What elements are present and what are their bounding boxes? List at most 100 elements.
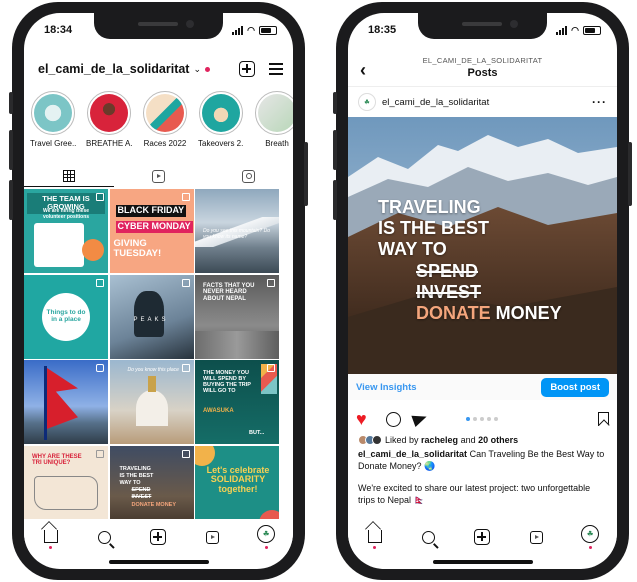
highlight-breathe[interactable]: BREATHE A...	[86, 91, 132, 148]
insights-row: View Insights Boost post	[348, 374, 617, 400]
search-icon	[98, 530, 112, 544]
reels-icon	[529, 530, 543, 544]
nav-create[interactable]	[146, 529, 170, 545]
profile-header: el_cami_de_la_solidaritat ⌄	[38, 57, 283, 81]
bottom-nav: ☘	[348, 519, 617, 555]
status-time: 18:35	[368, 24, 397, 36]
post-screen: 18:35 ◠ ‹ EL_CAMI_DE_LA_SOLIDARITAT Post…	[348, 13, 617, 569]
battery-icon	[259, 26, 277, 35]
nav-reels[interactable]	[200, 530, 224, 544]
post-caption-more: We're excited to share our latest projec…	[358, 483, 591, 505]
nav-profile[interactable]: ☘	[254, 525, 278, 549]
wifi-icon: ◠	[247, 25, 255, 35]
chevron-down-icon[interactable]: ⌄	[193, 64, 201, 75]
tagged-icon	[241, 169, 255, 183]
notch	[418, 13, 547, 39]
grid-post[interactable]: Do you know this place	[109, 360, 194, 444]
post-author-row: ☘ el_cami_de_la_solidaritat ···	[358, 91, 607, 113]
notch	[94, 13, 223, 39]
grid-post[interactable]: THE MONEY YOU WILL SPEND BY BUYING THE T…	[195, 360, 279, 444]
story-highlights: Travel Gree... BREATHE A... Races 2022 T…	[30, 91, 293, 148]
home-icon	[367, 530, 382, 543]
share-icon[interactable]	[411, 410, 429, 428]
phone-right: 18:35 ◠ ‹ EL_CAMI_DE_LA_SOLIDARITAT Post…	[333, 2, 632, 580]
create-icon	[150, 529, 167, 545]
nav-home[interactable]	[39, 525, 63, 549]
tab-posts[interactable]	[24, 165, 114, 187]
profile-screen: 18:34 ◠ el_cami_de_la_solidaritat ⌄ Trav…	[24, 13, 293, 569]
boost-post-button[interactable]: Boost post	[541, 377, 609, 397]
volume-down-button	[333, 180, 337, 220]
nav-create[interactable]	[470, 529, 494, 545]
search-icon	[422, 530, 436, 544]
grid-post[interactable]: FACTS THAT YOU NEVER HEARD ABOUT NEPAL	[195, 274, 279, 359]
profile-username[interactable]: el_cami_de_la_solidaritat	[38, 62, 189, 76]
mute-switch	[333, 92, 337, 114]
volume-down-button	[9, 180, 13, 220]
power-button	[628, 142, 632, 206]
highlight-races[interactable]: Races 2022	[142, 91, 188, 148]
grid-post[interactable]: THE TEAM IS GROWING We are hiring these …	[24, 189, 108, 273]
tab-reels[interactable]	[114, 165, 204, 187]
heart-icon[interactable]: ♥	[356, 410, 374, 428]
post-actions: ♥	[356, 409, 609, 429]
create-icon	[474, 529, 491, 545]
back-arrow-icon[interactable]: ‹	[360, 60, 366, 81]
avatar[interactable]: ☘	[358, 93, 376, 111]
grid-post[interactable]: BLACK FRIDAY CYBER MONDAY GIVING TUESDAY…	[109, 189, 194, 273]
post-header: ‹ EL_CAMI_DE_LA_SOLIDARITAT Posts	[348, 53, 617, 87]
tab-tagged[interactable]	[203, 165, 293, 187]
posts-grid: THE TEAM IS GROWING We are hiring these …	[24, 189, 293, 530]
likes-line: Liked by racheleg and 20 others	[358, 435, 609, 445]
bottom-nav: ☘	[24, 519, 293, 555]
grid-post[interactable]: TRAVELING IS THE BEST WAY TO SPEND INVES…	[109, 445, 194, 530]
author-name[interactable]: el_cami_de_la_solidaritat	[382, 97, 489, 108]
phone-left: 18:34 ◠ el_cami_de_la_solidaritat ⌄ Trav…	[9, 2, 308, 580]
nav-search[interactable]	[417, 530, 441, 544]
more-options-icon[interactable]: ···	[592, 95, 607, 109]
carousel-dots	[466, 417, 498, 421]
highlight-travel[interactable]: Travel Gree...	[30, 91, 76, 148]
home-indicator	[433, 560, 533, 564]
comment-icon[interactable]	[386, 411, 401, 427]
grid-post[interactable]: PEAKS	[109, 274, 194, 359]
grid-post[interactable]: Let's celebrate SOLIDARITY together!	[195, 445, 279, 530]
avatar	[372, 435, 382, 445]
volume-up-button	[9, 130, 13, 170]
signal-icon	[232, 26, 244, 35]
likes-count[interactable]: 20 others	[478, 435, 518, 445]
highlight-takeovers[interactable]: Takeovers 2...	[198, 91, 244, 148]
menu-icon[interactable]	[269, 63, 283, 75]
nav-reels[interactable]	[524, 530, 548, 544]
avatar: ☘	[257, 525, 276, 543]
volume-up-button	[333, 130, 337, 170]
grid-icon	[62, 169, 75, 182]
wifi-icon: ◠	[571, 25, 579, 35]
grid-post[interactable]	[24, 360, 108, 444]
header-username: EL_CAMI_DE_LA_SOLIDARITAT	[422, 56, 543, 65]
grid-post[interactable]: Do you see this mountain? Do you know it…	[195, 189, 279, 273]
post-headline: TRAVELING IS THE BEST WAY TO SPEND INVES…	[378, 197, 562, 324]
avatar: ☘	[581, 525, 600, 543]
grid-post[interactable]: Things to do in a place	[24, 274, 108, 359]
reels-icon	[205, 530, 219, 544]
bookmark-icon[interactable]	[598, 412, 609, 426]
grid-post[interactable]: WHY ARE THESE TRI UNIQUE?	[24, 445, 108, 530]
mute-switch	[9, 92, 13, 114]
battery-icon	[583, 26, 601, 35]
profile-tabs	[24, 165, 293, 187]
post-caption: el_cami_de_la_solidaritat Can Traveling …	[358, 449, 605, 471]
post-image[interactable]: TRAVELING IS THE BEST WAY TO SPEND INVES…	[348, 117, 617, 374]
home-indicator	[109, 560, 209, 564]
nav-search[interactable]	[93, 530, 117, 544]
create-post-icon[interactable]	[239, 61, 255, 77]
liked-by-user[interactable]: racheleg	[421, 435, 458, 445]
highlight-breath[interactable]: Breath	[254, 91, 293, 148]
nav-home[interactable]	[363, 525, 387, 549]
nav-profile[interactable]: ☘	[578, 525, 602, 549]
power-button	[304, 142, 308, 206]
view-insights-link[interactable]: View Insights	[356, 382, 417, 393]
signal-icon	[556, 26, 568, 35]
home-icon	[43, 530, 58, 543]
caption-username[interactable]: el_cami_de_la_solidaritat	[358, 449, 467, 459]
